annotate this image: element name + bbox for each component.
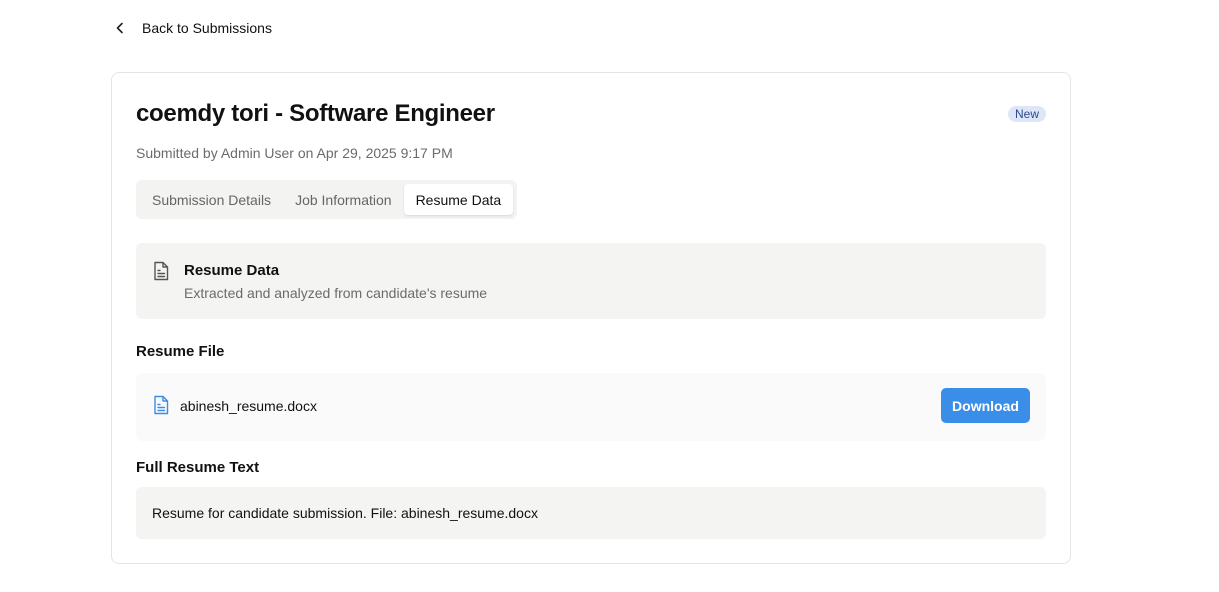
back-link-label: Back to Submissions	[142, 20, 272, 36]
tab-submission-details[interactable]: Submission Details	[140, 184, 283, 215]
resume-file-row: abinesh_resume.docx Download	[136, 373, 1046, 441]
file-icon	[152, 395, 170, 415]
status-badge: New	[1007, 106, 1046, 122]
resume-file-heading: Resume File	[136, 343, 225, 360]
resume-file-name: abinesh_resume.docx	[180, 398, 317, 414]
resume-panel-description: Extracted and analyzed from candidate's …	[184, 285, 488, 301]
submission-card: coemdy tori - Software Engineer New Subm…	[111, 72, 1071, 564]
tab-job-information[interactable]: Job Information	[283, 184, 404, 215]
resume-panel-title: Resume Data	[184, 262, 280, 279]
file-text-icon	[152, 261, 170, 281]
back-to-submissions-link[interactable]: Back to Submissions	[112, 17, 272, 39]
chevron-left-icon	[112, 20, 128, 36]
download-button[interactable]: Download	[941, 388, 1030, 423]
page-title: coemdy tori - Software Engineer	[136, 100, 495, 127]
submission-meta: Submitted by Admin User on Apr 29, 2025 …	[136, 145, 453, 161]
full-resume-text-panel: Resume for candidate submission. File: a…	[136, 487, 1046, 539]
full-resume-text-heading: Full Resume Text	[136, 459, 260, 476]
tab-resume-data[interactable]: Resume Data	[403, 184, 514, 215]
full-resume-text: Resume for candidate submission. File: a…	[152, 505, 538, 521]
resume-data-header-panel: Resume Data Extracted and analyzed from …	[136, 243, 1046, 319]
tab-list: Submission Details Job Information Resum…	[136, 180, 518, 219]
